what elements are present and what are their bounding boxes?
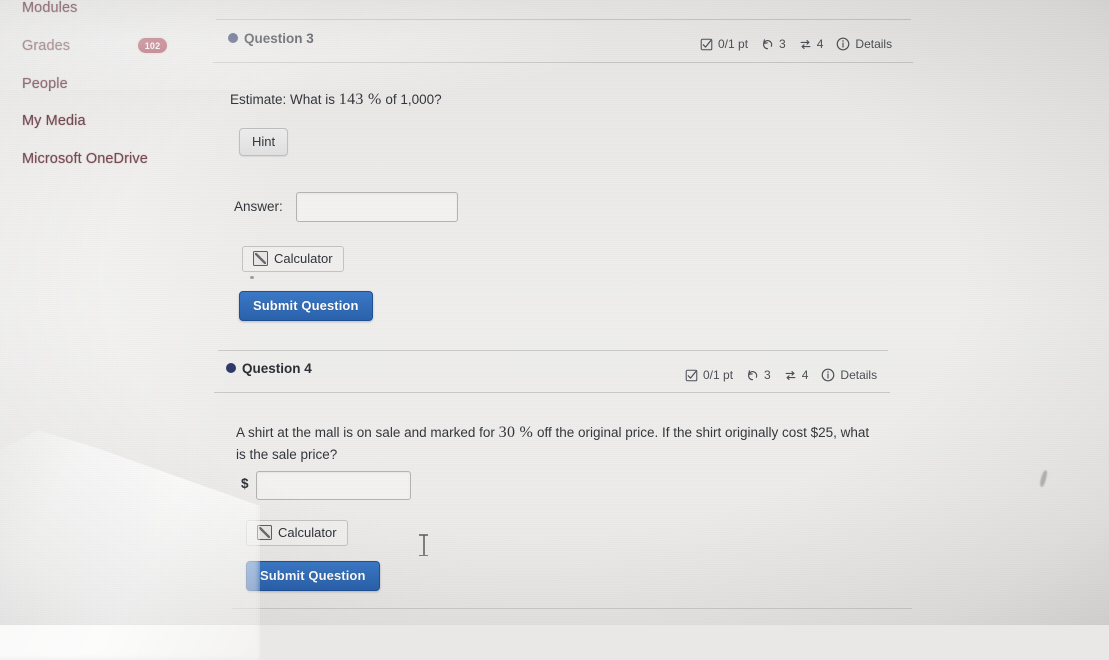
course-navigation-sidebar: Modules Grades 102 People My Media Micro… <box>0 0 210 625</box>
question-4-status: 0/1 pt 3 4 Details <box>685 368 877 382</box>
question-3-points: 0/1 pt <box>718 37 749 51</box>
checkbox-icon <box>700 38 713 51</box>
question-4-prompt-before: A shirt at the mall is on sale and marke… <box>236 425 495 440</box>
question-3-answer-label: Answer: <box>234 199 283 214</box>
question-4-prompt-math: 30 % <box>498 424 534 441</box>
question-4-shuffle-count: 4 <box>801 368 809 382</box>
question-4-bottom-rule <box>214 392 890 393</box>
question-4-points: 0/1 pt <box>703 368 734 382</box>
question-4-top-rule <box>218 350 888 351</box>
question-4-calculator-label: Calculator <box>278 525 337 540</box>
question-3-hint-button[interactable]: Hint <box>239 128 289 156</box>
question-4-calculator-button[interactable]: Calculator <box>246 520 348 546</box>
screen-smudge <box>1039 469 1048 488</box>
question-4-attempts: 3 <box>764 368 771 382</box>
question-3-prompt: Estimate: What is 143 % of 1,000? <box>230 88 870 112</box>
question-3-prompt-before: Estimate: What is <box>230 92 336 107</box>
grades-badge: 102 <box>138 38 167 53</box>
sidebar-item-modules[interactable]: Modules <box>22 0 78 16</box>
text-cursor <box>419 534 428 556</box>
checkbox-icon <box>685 369 698 382</box>
question-4-submit-button[interactable]: Submit Question <box>246 561 380 591</box>
info-icon[interactable] <box>821 368 835 382</box>
question-3-shuffle-count: 4 <box>816 37 824 51</box>
page-bottom-rule <box>232 608 912 609</box>
question-3-submit-button[interactable]: Submit Question <box>239 291 373 321</box>
question-4-answer-input[interactable] <box>256 471 411 500</box>
calculator-icon <box>257 525 272 540</box>
question-3-top-rule <box>216 19 911 20</box>
question-3-prompt-math: 143 % <box>338 91 382 108</box>
question-4-status-dot <box>226 363 236 373</box>
question-4-details-label[interactable]: Details <box>840 368 877 382</box>
sidebar-item-grades[interactable]: Grades <box>22 38 70 54</box>
question-4-prompt: A shirt at the mall is on sale and marke… <box>236 421 872 466</box>
question-3-calculator-button[interactable]: Calculator <box>242 246 344 272</box>
question-4-title: Question 4 <box>242 361 312 376</box>
question-3-calculator-label: Calculator <box>274 251 333 266</box>
question-3-title: Question 3 <box>244 31 314 46</box>
sidebar-item-people[interactable]: People <box>22 76 68 92</box>
page-content: Modules Grades 102 People My Media Micro… <box>0 0 1109 625</box>
question-3-dropdown-caret <box>250 276 254 279</box>
info-icon[interactable] <box>836 37 850 51</box>
calculator-icon <box>253 251 268 266</box>
exchange-icon <box>784 369 797 382</box>
sidebar-item-my-media[interactable]: My Media <box>22 113 86 129</box>
question-3-prompt-after: of 1,000? <box>385 92 442 107</box>
exchange-icon <box>799 38 812 51</box>
question-4-currency-symbol: $ <box>241 476 249 491</box>
question-3-answer-input[interactable] <box>296 192 458 222</box>
question-3-details-label[interactable]: Details <box>855 37 892 51</box>
sidebar-item-microsoft-onedrive[interactable]: Microsoft OneDrive <box>22 151 148 167</box>
question-3-status-dot <box>228 33 238 43</box>
undo-icon <box>746 369 759 382</box>
question-3-attempts: 3 <box>779 37 786 51</box>
question-3-status: 0/1 pt 3 4 Details <box>700 37 892 51</box>
question-3-bottom-rule <box>213 62 913 63</box>
undo-icon <box>761 38 774 51</box>
